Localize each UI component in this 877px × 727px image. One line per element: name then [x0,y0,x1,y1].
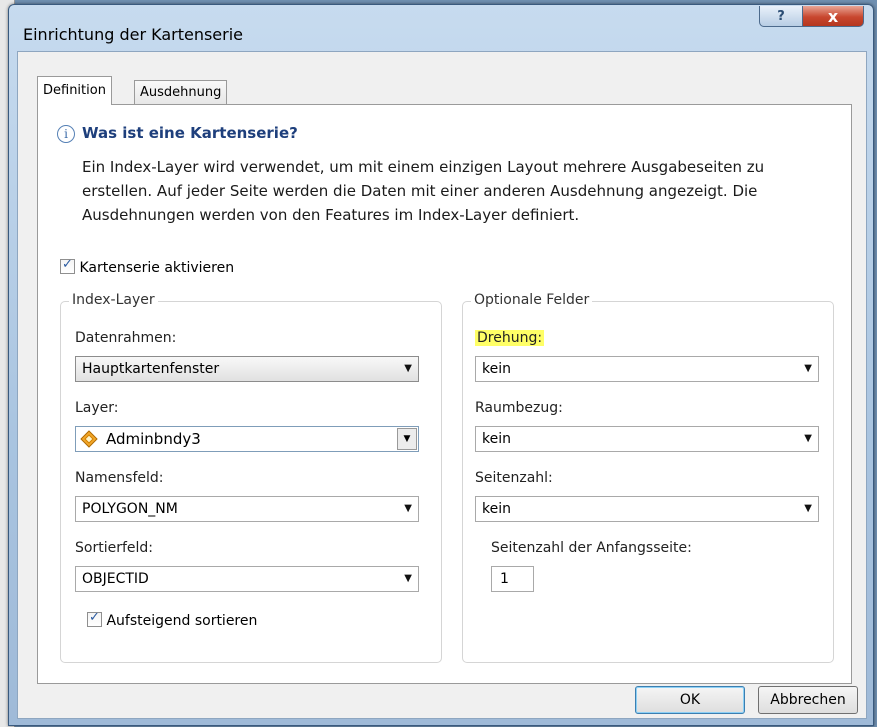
layer-dropdown[interactable]: Adminbndy3 ▼ [75,426,419,452]
tab-ausdehnung[interactable]: Ausdehnung [134,80,228,105]
dialog-window: Einrichtung der Kartenserie ? x Definiti… [8,4,874,726]
help-icon: ? [777,8,785,24]
start-page-label: Seitenzahl der Anfangsseite: [491,540,692,556]
cancel-button[interactable]: Abbrechen [758,686,858,714]
optional-fields-group: Optionale Felder Drehung: kein ▼ Raumbez… [462,292,834,663]
datenrahmen-dropdown[interactable]: Hauptkartenfenster ▼ [75,356,419,382]
enable-map-series-label: Kartenserie aktivieren [79,260,235,276]
ok-button[interactable]: OK [635,686,745,714]
index-layer-group: Index-Layer Datenrahmen: Hauptkartenfens… [60,292,442,663]
chevron-down-icon: ▼ [804,433,812,444]
index-layer-legend: Index-Layer [69,292,158,308]
definition-tab-panel: i Was ist eine Kartenserie? Ein Index-La… [37,104,852,684]
chevron-down-icon: ▼ [804,363,812,374]
raumbezug-value: kein [482,431,511,447]
chevron-down-icon: ▼ [404,363,412,374]
help-button[interactable]: ? [759,6,803,27]
namensfeld-value: POLYGON_NM [82,501,178,517]
drehung-label: Drehung: [475,330,545,346]
info-line: Ausdehnungen werden von den Features im … [82,206,580,224]
close-icon: x [827,6,839,26]
info-icon: i [57,125,75,143]
seitenzahl-dropdown[interactable]: kein ▼ [475,496,819,522]
drehung-dropdown[interactable]: kein ▼ [475,356,819,382]
start-page-input[interactable]: 1 [491,566,534,592]
chevron-down-icon: ▼ [404,573,412,584]
raumbezug-label: Raumbezug: [475,400,563,416]
dialog-client-area: Definition Ausdehnung i Was ist eine Kar… [17,51,867,719]
sortierfeld-value: OBJECTID [82,571,149,587]
chevron-down-icon: ▼ [804,503,812,514]
ascending-sort-row[interactable]: ✓ Aufsteigend sortieren [87,610,258,629]
tab-definition[interactable]: Definition [37,76,112,105]
chevron-down-icon: ▼ [397,428,417,450]
namensfeld-label: Namensfeld: [75,470,164,486]
layer-label: Layer: [75,400,119,416]
info-description: Ein Index-Layer wird verwendet, um mit e… [82,155,822,227]
checkmark-icon: ✓ [89,610,100,625]
title-bar: Einrichtung der Kartenserie ? x [9,5,873,51]
datenrahmen-label: Datenrahmen: [75,330,177,346]
seitenzahl-value: kein [482,501,511,517]
enable-map-series-row[interactable]: ✓ Kartenserie aktivieren [60,257,235,276]
enable-map-series-checkbox[interactable]: ✓ [60,257,75,274]
namensfeld-dropdown[interactable]: POLYGON_NM ▼ [75,496,419,522]
dialog-title: Einrichtung der Kartenserie [23,25,244,44]
close-button[interactable]: x [802,6,864,27]
checkmark-icon: ✓ [62,257,73,272]
ascending-sort-label: Aufsteigend sortieren [106,613,258,629]
drehung-value: kein [482,361,511,377]
raumbezug-dropdown[interactable]: kein ▼ [475,426,819,452]
sortierfeld-dropdown[interactable]: OBJECTID ▼ [75,566,419,592]
layer-value: Adminbndy3 [106,430,201,448]
info-line: erstellen. Auf jeder Seite werden die Da… [82,182,758,200]
info-heading: Was ist eine Kartenserie? [82,124,298,142]
optional-fields-legend: Optionale Felder [471,292,593,308]
chevron-down-icon: ▼ [404,503,412,514]
info-line: Ein Index-Layer wird verwendet, um mit e… [82,158,765,176]
sortierfeld-label: Sortierfeld: [75,540,153,556]
datenrahmen-value: Hauptkartenfenster [82,361,220,377]
polygon-layer-icon [80,430,98,448]
ascending-sort-checkbox[interactable]: ✓ [87,610,102,627]
seitenzahl-label: Seitenzahl: [475,470,553,486]
